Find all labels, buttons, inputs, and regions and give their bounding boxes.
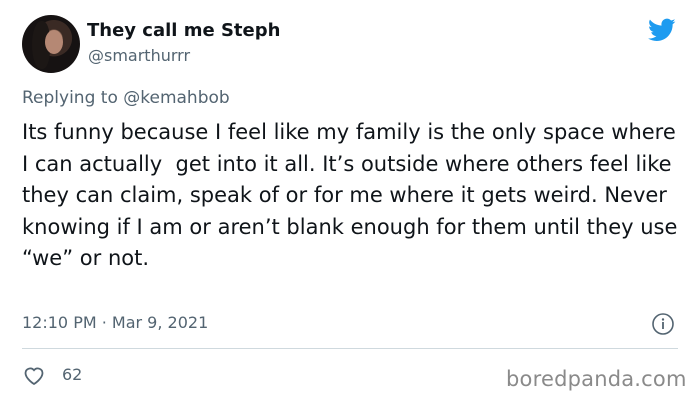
reply-mention-link[interactable]: @kemahbob [123, 88, 229, 108]
avatar-face [45, 30, 63, 54]
info-icon[interactable] [651, 312, 675, 336]
author-handle[interactable]: @smarthurrr [88, 46, 190, 65]
tweet-timestamp[interactable]: 12:10 PM · Mar 9, 2021 [22, 313, 208, 332]
divider [22, 348, 678, 349]
avatar[interactable] [22, 15, 80, 73]
reply-prefix: Replying to [22, 88, 118, 108]
twitter-bird-icon[interactable] [646, 16, 678, 44]
like-count: 62 [62, 365, 83, 384]
watermark: boredpanda.com [506, 367, 687, 391]
tweet-text: Its funny because I feel like my family … [22, 120, 685, 270]
heart-icon[interactable] [22, 364, 46, 386]
author-display-name[interactable]: They call me Steph [87, 20, 280, 41]
reply-context: Replying to @kemahbob [22, 88, 230, 108]
